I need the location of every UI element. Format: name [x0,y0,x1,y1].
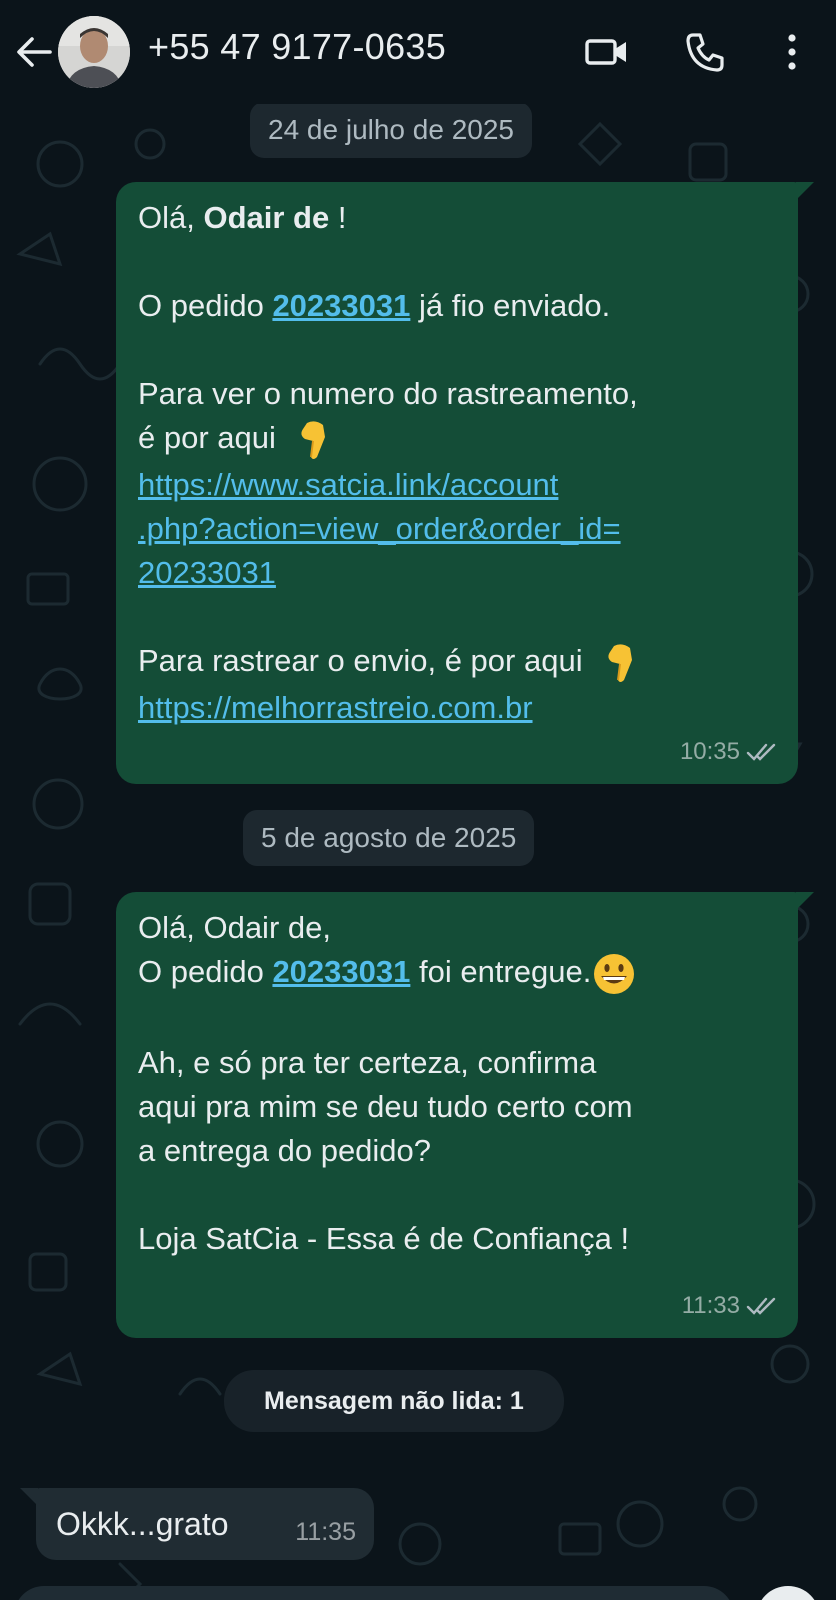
more-options-icon[interactable] [770,30,814,74]
outgoing-message[interactable]: Olá, Odair de ! O pedido 20233031 já fio… [116,182,814,784]
outgoing-message[interactable]: Olá, Odair de, O pedido 20233031 foi ent… [116,892,814,1338]
contact-avatar[interactable] [58,16,130,88]
grinning-face-emoji [594,953,635,994]
message-input[interactable] [14,1586,734,1600]
date-separator: 5 de agosto de 2025 [243,810,535,866]
bubble-tail [20,1488,38,1506]
back-arrow-icon[interactable] [14,34,54,70]
video-call-icon[interactable] [585,30,629,74]
read-ticks-icon [746,1297,776,1315]
order-number-link[interactable]: 20233031 [272,954,410,989]
bubble-tail [796,892,814,910]
message-line: aqui pra mim se deu tudo certo com [138,1088,633,1124]
message-time: 11:33 [681,1292,740,1319]
message-text: Okkk...grato [56,1506,229,1542]
pointing-down-emoji [608,644,632,682]
account-link[interactable]: https://www.satcia.link/account [138,467,558,502]
bubble-tail [796,182,814,200]
order-number-link[interactable]: 20233031 [272,288,410,323]
read-ticks-icon [746,743,776,761]
chat-header: +55 47 9177-0635 [0,0,836,104]
pointing-down-emoji [301,421,326,459]
message-meta: 11:35 [295,1510,356,1554]
message-time: 10:35 [679,738,740,765]
message-line: é por aqui [138,416,776,463]
message-line: Para ver o numero do rastreamento, [138,376,638,411]
message-line: Loja SatCia - Essa é de Confiança ! [138,1220,630,1256]
message-line: O pedido 20233031 já fio enviado. [138,288,611,323]
message-line: a entrega do pedido? [138,1132,432,1168]
message-line: Ah, e só pra ter certeza, confirma [138,1044,597,1080]
message-meta: 11:33 [682,1284,780,1328]
message-meta: 10:35 [680,730,780,774]
unread-messages-banner: Mensagem não lida: 1 [224,1370,564,1432]
message-line: O pedido 20233031 foi entregue. [138,950,776,997]
contact-name[interactable]: +55 47 9177-0635 [148,26,446,68]
incoming-message[interactable]: Okkk...grato 11:35 [20,1488,374,1560]
phone-call-icon[interactable] [683,30,727,74]
account-link[interactable]: .php?action=view_order&order_id= [138,511,621,546]
message-line: Olá, Odair de ! [138,200,347,235]
message-line: Olá, Odair de, [138,910,331,945]
date-separator: 24 de julho de 2025 [250,104,532,158]
chat-area[interactable]: 24 de julho de 2025 Olá, Odair de ! O pe… [0,104,836,1600]
message-time: 11:35 [295,1518,356,1546]
tracking-link[interactable]: https://melhorrastreio.com.br [138,690,533,725]
account-link[interactable]: 20233031 [138,555,276,590]
message-line: Para rastrear o envio, é por aqui [138,639,776,686]
